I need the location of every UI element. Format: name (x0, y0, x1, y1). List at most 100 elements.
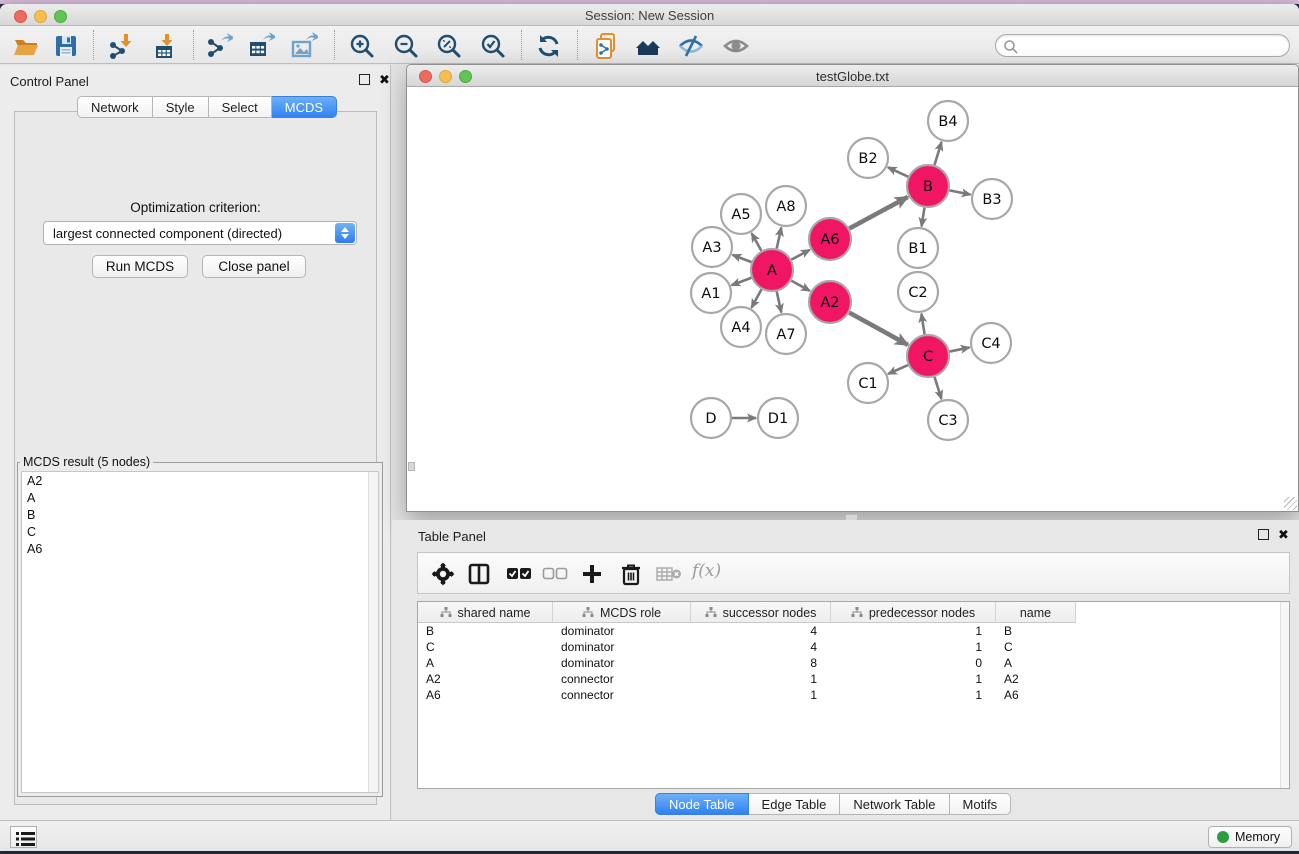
unselect-all-columns-icon[interactable] (542, 567, 568, 585)
memory-button[interactable]: Memory (1208, 826, 1292, 848)
node-A5[interactable]: A5 (721, 194, 761, 234)
node-B[interactable]: B (907, 165, 949, 207)
edge-A-A3[interactable] (733, 255, 752, 262)
window-resize-grip[interactable] (1284, 497, 1297, 510)
edge-A-A6[interactable] (791, 250, 809, 260)
edge-A-A5[interactable] (752, 233, 762, 251)
edge-B-B2[interactable] (888, 167, 908, 176)
edge-A-A7[interactable] (777, 291, 782, 312)
edge-B-B4[interactable] (934, 142, 941, 165)
column-header-name[interactable]: name (996, 602, 1076, 623)
select-all-columns-icon[interactable] (506, 567, 532, 585)
add-column-icon[interactable] (580, 562, 604, 591)
node-A[interactable]: A (751, 249, 793, 291)
import-network-icon[interactable] (107, 32, 135, 60)
node-B1[interactable]: B1 (898, 228, 938, 268)
save-session-icon[interactable] (52, 32, 80, 60)
edge-C-C3[interactable] (935, 377, 942, 399)
optimization-criterion-select[interactable]: largest connected component (directed) (43, 221, 357, 245)
tab-network[interactable]: Network (77, 96, 153, 118)
column-header-predecessor-nodes[interactable]: predecessor nodes (831, 602, 996, 623)
tab-mcds[interactable]: MCDS (272, 96, 337, 118)
node-D[interactable]: D (691, 398, 731, 438)
open-session-icon[interactable] (12, 32, 40, 60)
table-scrollbar[interactable] (1280, 602, 1289, 788)
close-table-panel-icon[interactable]: ✖ (1278, 529, 1289, 540)
node-D1[interactable]: D1 (758, 398, 798, 438)
result-item[interactable]: A2 (22, 472, 378, 489)
edge-B-B1[interactable] (922, 208, 925, 227)
edge-A2-C[interactable] (849, 313, 908, 345)
edge-C-C2[interactable] (921, 314, 924, 335)
search-input[interactable] (995, 34, 1290, 57)
result-item[interactable]: A (22, 489, 378, 506)
export-table-icon[interactable] (247, 32, 275, 60)
result-item[interactable]: B (22, 506, 378, 523)
result-scrollbar[interactable] (368, 472, 378, 792)
network-canvas[interactable]: A5A8A3A1A4A7AA6A2BB2B4B3B1C2CC4C1C3DD1 (407, 87, 1298, 511)
node-C3[interactable]: C3 (928, 400, 968, 440)
close-panel-button[interactable]: Close panel (202, 255, 306, 278)
table-row[interactable]: A2connector11A2 (418, 671, 1289, 687)
show-graphics-details-icon[interactable] (722, 32, 750, 60)
node-C1[interactable]: C1 (848, 363, 888, 403)
table-row[interactable]: Adominator80A (418, 655, 1289, 671)
tab-select[interactable]: Select (209, 96, 272, 118)
task-history-button[interactable] (10, 826, 37, 848)
node-C4[interactable]: C4 (971, 323, 1011, 363)
float-panel-icon[interactable] (359, 74, 370, 85)
node-A3[interactable]: A3 (692, 227, 732, 267)
export-network-icon[interactable] (205, 32, 233, 60)
function-builder-icon[interactable]: f(x) (692, 561, 721, 581)
edge-A6-B[interactable] (849, 197, 907, 229)
node-C[interactable]: C (907, 335, 949, 377)
edge-A-A2[interactable] (791, 281, 810, 291)
table-row[interactable]: Cdominator41C (418, 639, 1289, 655)
column-header-successor-nodes[interactable]: successor nodes (691, 602, 831, 623)
duplicate-network-icon[interactable] (593, 32, 621, 60)
table-row[interactable]: A6connector11A6 (418, 687, 1289, 703)
node-C2[interactable]: C2 (898, 272, 938, 312)
result-item[interactable]: A6 (22, 540, 378, 557)
node-B2[interactable]: B2 (848, 138, 888, 178)
edge-C-C1[interactable] (888, 365, 908, 374)
zoom-in-icon[interactable] (348, 32, 376, 60)
tab-network-table[interactable]: Network Table (840, 793, 949, 815)
refresh-styles-icon[interactable] (535, 32, 563, 60)
edge-C-C4[interactable] (950, 347, 970, 351)
export-image-icon[interactable] (290, 32, 318, 60)
zoom-selected-icon[interactable] (479, 32, 507, 60)
tab-motifs[interactable]: Motifs (950, 793, 1012, 815)
tab-edge-table[interactable]: Edge Table (749, 793, 841, 815)
show-columns-icon[interactable] (467, 562, 491, 591)
column-header-shared-name[interactable]: shared name (418, 602, 553, 623)
home-icon[interactable] (634, 32, 662, 60)
result-item[interactable]: C (22, 523, 378, 540)
delete-columns-icon[interactable] (619, 562, 643, 591)
float-table-panel-icon[interactable] (1258, 529, 1269, 540)
edge-A-A4[interactable] (752, 289, 762, 307)
zoom-fit-icon[interactable] (435, 32, 463, 60)
table-row[interactable]: Bdominator41B (418, 623, 1289, 639)
delete-table-icon[interactable] (656, 566, 682, 587)
node-A1[interactable]: A1 (691, 273, 731, 313)
node-A6[interactable]: A6 (809, 218, 851, 260)
close-panel-icon[interactable]: ✖ (379, 74, 390, 85)
hide-graphics-details-icon[interactable] (677, 32, 705, 60)
node-A7[interactable]: A7 (766, 314, 806, 354)
tab-node-table[interactable]: Node Table (655, 793, 749, 815)
tab-style[interactable]: Style (153, 96, 209, 118)
node-B4[interactable]: B4 (928, 101, 968, 141)
node-A8[interactable]: A8 (766, 186, 806, 226)
column-header-MCDS-role[interactable]: MCDS role (553, 602, 691, 623)
import-table-icon[interactable] (152, 32, 180, 60)
zoom-out-icon[interactable] (392, 32, 420, 60)
node-A2[interactable]: A2 (809, 281, 851, 323)
run-mcds-button[interactable]: Run MCDS (92, 255, 188, 278)
edge-B-B3[interactable] (950, 190, 971, 194)
edge-A-A1[interactable] (732, 278, 752, 285)
edge-A-A8[interactable] (777, 227, 782, 248)
canvas-resize-grip[interactable] (408, 462, 415, 471)
node-A4[interactable]: A4 (721, 307, 761, 347)
table-options-icon[interactable] (431, 562, 455, 591)
